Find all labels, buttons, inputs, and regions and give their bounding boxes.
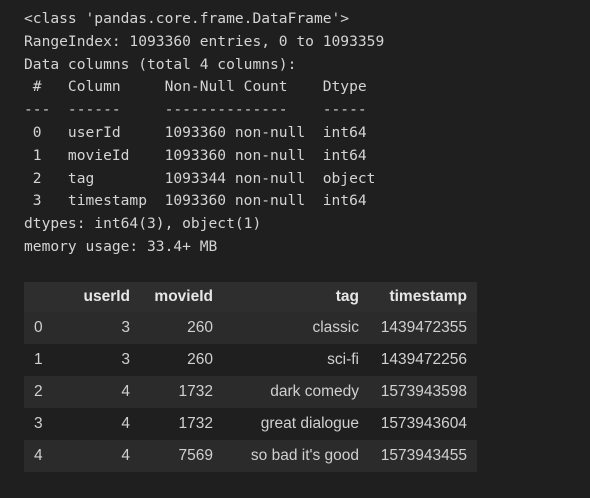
row-index: 0 [34,319,43,336]
column-header-movieid: movieId [154,288,213,305]
cell-tag: classic [312,319,359,336]
info-line: memory usage: 33.4+ MB [24,237,218,255]
cell-tag: great dialogue [260,415,359,432]
table-row: 1 3 260 sci-fi 1439472256 [24,344,477,376]
row-index: 1 [34,351,43,368]
cell-userid: 4 [121,383,130,400]
column-header-timestamp: timestamp [389,288,467,305]
table-row: 4 4 7569 so bad it's good 1573943455 [24,440,477,472]
info-line: 0 userId 1093360 non-null int64 [24,123,367,141]
cell-timestamp: 1573943604 [380,415,467,432]
cell-movieid: 260 [187,319,213,336]
cell-timestamp: 1573943455 [380,447,467,464]
info-line: RangeIndex: 1093360 entries, 0 to 109335… [24,32,385,50]
column-header-userid: userId [83,288,130,305]
cell-userid: 4 [121,447,130,464]
cell-timestamp: 1439472256 [380,351,467,368]
table-row: 3 4 1732 great dialogue 1573943604 [24,408,477,440]
cell-userid: 4 [121,415,130,432]
info-line: <class 'pandas.core.frame.DataFrame'> [24,10,350,27]
cell-timestamp: 1573943598 [380,383,467,400]
cell-timestamp: 1439472355 [380,319,467,336]
notebook-output-area: <class 'pandas.core.frame.DataFrame'> Ran… [0,0,590,498]
cell-tag: dark comedy [270,383,359,400]
cell-userid: 3 [121,319,130,336]
column-header-tag: tag [335,288,359,305]
info-line: Data columns (total 4 columns): [24,55,297,73]
table-row: 2 4 1732 dark comedy 1573943598 [24,376,477,408]
table-header-row: userId movieId tag timestamp [24,282,477,312]
dataframe-table: userId movieId tag timestamp 0 3 260 cla… [24,282,477,472]
cell-movieid: 1732 [178,383,213,400]
row-index: 2 [34,383,43,400]
info-line: 3 timestamp 1093360 non-null int64 [24,192,367,210]
cell-movieid: 1732 [178,415,213,432]
cell-movieid: 7569 [178,447,213,464]
info-line: dtypes: int64(3), object(1) [24,215,262,233]
info-line: 2 tag 1093344 non-null object [24,169,376,187]
index-header [24,282,66,312]
cell-userid: 3 [121,351,130,368]
dataframe-info-text: <class 'pandas.core.frame.DataFrame'> Ran… [24,8,384,259]
info-line: --- ------ -------------- ----- [24,101,367,119]
info-line: # Column Non-Null Count Dtype [24,78,367,96]
table-row: 0 3 260 classic 1439472355 [24,312,477,344]
row-index: 3 [34,415,43,432]
info-line: 1 movieId 1093360 non-null int64 [24,146,367,164]
cell-tag: so bad it's good [250,447,359,464]
cell-movieid: 260 [187,351,213,368]
cell-tag: sci-fi [327,351,359,368]
row-index: 4 [34,447,43,464]
